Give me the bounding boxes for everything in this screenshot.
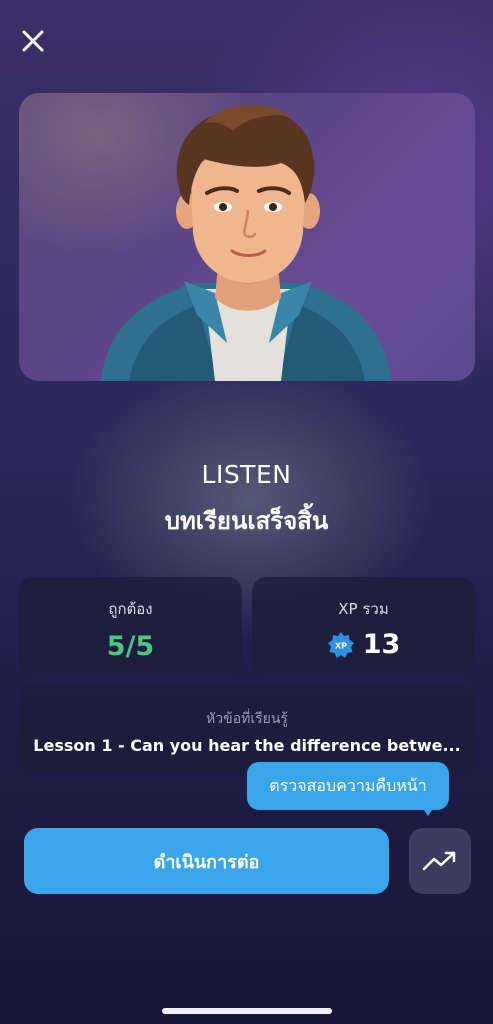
correct-stat-card: ถูกต้อง 5/5	[19, 577, 242, 674]
topic-card: หัวข้อที่เรียนรู้ Lesson 1 - Can you hea…	[19, 684, 475, 774]
tooltip-tail	[420, 804, 436, 816]
lesson-complete-title: บทเรียนเสร็จสิ้น	[164, 507, 329, 535]
avatar-illustration	[101, 104, 391, 381]
progress-tooltip[interactable]: ตรวจสอบความคืบหน้า	[247, 762, 449, 810]
xp-label: XP รวม	[338, 600, 389, 618]
xp-value: 13	[362, 629, 401, 660]
trending-up-icon	[422, 851, 456, 871]
progress-button[interactable]	[409, 828, 471, 894]
close-icon	[22, 30, 44, 52]
home-indicator	[162, 1008, 332, 1014]
hero-avatar-card	[19, 93, 475, 381]
close-button[interactable]	[18, 26, 48, 56]
topic-label: หัวข้อที่เรียนรู้	[206, 711, 288, 727]
xp-stat-card: XP รวม XP 13	[252, 577, 475, 674]
correct-label: ถูกต้อง	[108, 600, 153, 618]
xp-badge-text: XP	[335, 641, 347, 650]
xp-badge-icon: XP	[327, 631, 354, 658]
correct-value: 5/5	[106, 631, 155, 662]
mode-title: LISTEN	[201, 460, 292, 489]
continue-button[interactable]: ดำเนินการต่อ	[24, 828, 389, 894]
topic-value: Lesson 1 - Can you hear the difference b…	[33, 736, 461, 755]
